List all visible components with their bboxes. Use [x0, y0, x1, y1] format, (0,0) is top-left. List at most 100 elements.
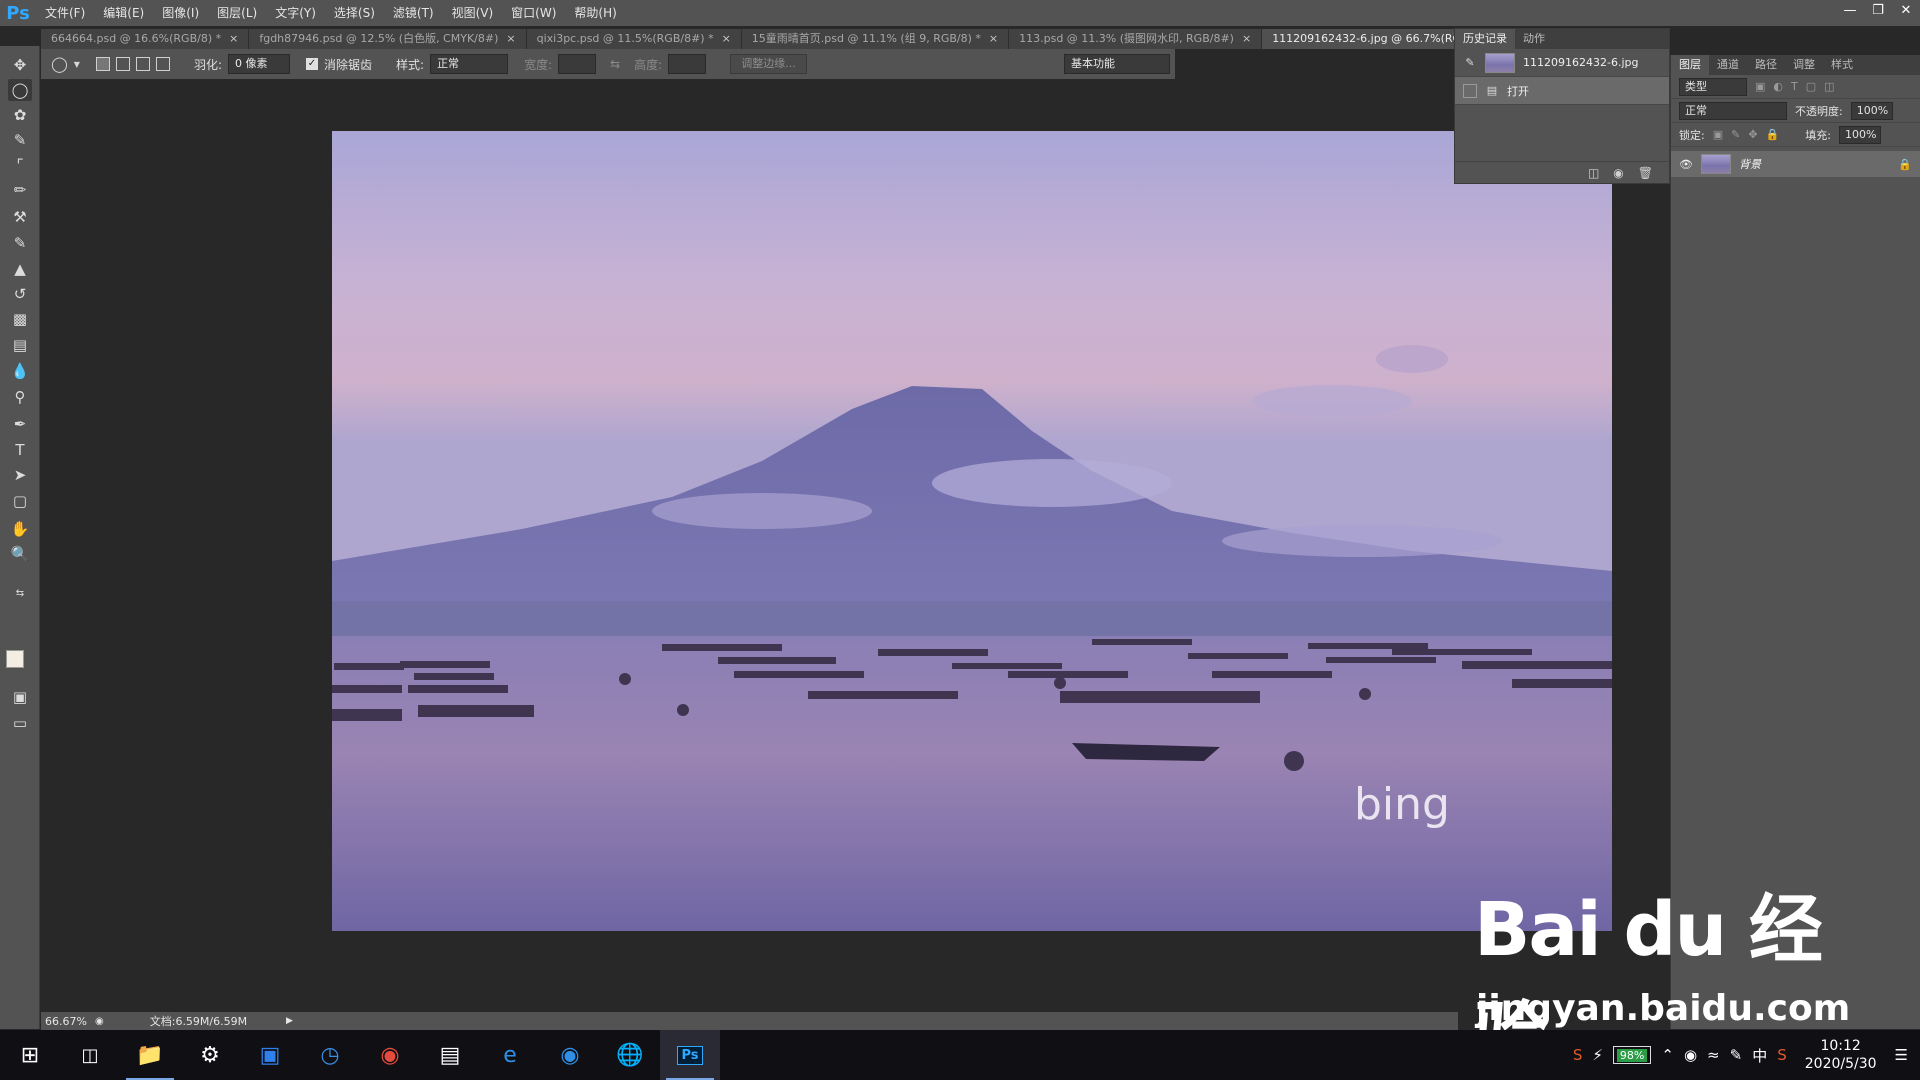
brush-tool-icon[interactable]: ✎ — [8, 232, 32, 254]
workspace-select[interactable]: 基本功能 — [1064, 54, 1170, 74]
layer-row[interactable]: 👁 背景 🔒 — [1671, 151, 1920, 177]
menu-select[interactable]: 选择(S) — [325, 0, 384, 26]
search-app-icon[interactable]: ◉ — [540, 1030, 600, 1080]
history-step[interactable]: ▤ 打开 — [1455, 77, 1669, 105]
marquee-tool-icon[interactable]: ◯ — [8, 79, 32, 101]
intersect-selection-icon[interactable] — [155, 57, 170, 71]
document-tab-active[interactable]: 111209162432-6.jpg @ 66.7%(RGB/8#) — [1262, 29, 1458, 49]
document-tab[interactable]: fgdh87946.psd @ 12.5% (白色版, CMYK/8#) × — [249, 29, 527, 49]
antialias-checkbox[interactable]: ✓ — [306, 58, 318, 70]
document-tab[interactable]: qixi3pc.psd @ 11.5%(RGB/8#) * × — [526, 29, 742, 49]
lock-transparent-icon[interactable]: ▣ — [1713, 128, 1723, 141]
photoshop-taskbar-icon[interactable]: Ps — [660, 1030, 720, 1080]
healing-brush-tool-icon[interactable]: ⚒ — [8, 206, 32, 228]
eraser-tool-icon[interactable]: ▩ — [8, 308, 32, 330]
power-plug-icon[interactable]: ⚡ — [1592, 1046, 1603, 1064]
menu-window[interactable]: 窗口(W) — [502, 0, 565, 26]
qq-icon[interactable]: ◉ — [1684, 1046, 1697, 1064]
swap-dimensions-icon[interactable]: ⇆ — [610, 57, 620, 71]
sogou-icon[interactable]: S — [1777, 1046, 1787, 1064]
wifi-icon[interactable]: ≈ — [1707, 1046, 1720, 1064]
dodge-tool-icon[interactable]: ⚲ — [8, 386, 32, 408]
internet-explorer-icon[interactable]: e — [480, 1030, 540, 1080]
lock-image-icon[interactable]: ✎ — [1731, 128, 1740, 141]
task-view-icon[interactable]: ◫ — [60, 1030, 120, 1080]
fill-input[interactable]: 100% — [1838, 125, 1881, 144]
taskbar-clock[interactable]: 10:12 2020/5/30 — [1797, 1037, 1885, 1073]
tab-close-icon[interactable]: × — [506, 29, 515, 49]
move-tool-icon[interactable]: ✥ — [8, 54, 32, 76]
width-input[interactable] — [558, 54, 597, 74]
zoom-tool-icon[interactable]: 🔍 — [8, 543, 32, 565]
blend-mode-select[interactable]: 正常 — [1679, 101, 1787, 120]
start-icon[interactable]: ⊞ — [0, 1030, 60, 1080]
pen-tool-icon[interactable]: ✒ — [8, 413, 32, 435]
close-icon[interactable]: ✕ — [1892, 0, 1920, 20]
dropdown-arrow-icon[interactable]: ▼ — [74, 60, 80, 69]
quick-select-tool-icon[interactable]: ✎ — [8, 129, 32, 151]
photos-icon[interactable]: ▣ — [240, 1030, 300, 1080]
menu-image[interactable]: 图像(I) — [153, 0, 208, 26]
filter-shape-icon[interactable]: ▢ — [1806, 80, 1816, 93]
tab-channels[interactable]: 通道 — [1709, 55, 1747, 75]
document-tab[interactable]: 15童雨晴首页.psd @ 11.1% (组 9, RGB/8) * × — [741, 29, 1010, 49]
quick-mask-icon[interactable]: ▣ — [8, 686, 32, 708]
lasso-tool-icon[interactable]: ✿ — [8, 104, 32, 126]
tab-close-icon[interactable]: × — [1242, 29, 1251, 49]
menu-view[interactable]: 视图(V) — [443, 0, 503, 26]
ime-indicator[interactable]: 中 — [1752, 1045, 1767, 1066]
type-tool-icon[interactable]: T — [8, 439, 32, 461]
chevron-up-icon[interactable]: ⌃ — [1661, 1046, 1674, 1064]
menu-layer[interactable]: 图层(L) — [208, 0, 266, 26]
history-state-checkbox[interactable] — [1463, 83, 1477, 98]
settings-icon[interactable]: ⚙ — [180, 1030, 240, 1080]
pen-icon[interactable]: ✎ — [1730, 1046, 1743, 1064]
shape-tool-icon[interactable]: ▢ — [8, 490, 32, 512]
foreground-color-swatch[interactable] — [6, 650, 24, 668]
filter-adjustment-icon[interactable]: ◐ — [1773, 80, 1783, 93]
filter-type-icon[interactable]: T — [1791, 80, 1798, 93]
clock-app-icon[interactable]: ◷ — [300, 1030, 360, 1080]
lock-position-icon[interactable]: ✥ — [1748, 128, 1757, 141]
delete-state-icon[interactable]: 🗑 — [1638, 166, 1653, 180]
swap-colors-icon[interactable]: ⇆ — [8, 582, 32, 604]
menu-help[interactable]: 帮助(H) — [565, 0, 625, 26]
subtract-selection-icon[interactable] — [135, 57, 150, 71]
new-selection-icon[interactable] — [95, 57, 110, 71]
tab-adjustments[interactable]: 调整 — [1785, 55, 1823, 75]
elliptical-marquee-icon[interactable]: ◯ — [51, 55, 68, 73]
menu-file[interactable]: 文件(F) — [36, 0, 94, 26]
history-snapshot[interactable]: ✎ 111209162432-6.jpg — [1455, 49, 1669, 77]
tab-paths[interactable]: 路径 — [1747, 55, 1785, 75]
refine-edge-button[interactable]: 调整边缘... — [730, 54, 807, 74]
height-input[interactable] — [668, 54, 707, 74]
lock-all-icon[interactable]: 🔒 — [1766, 128, 1780, 141]
new-snapshot-icon[interactable]: ◉ — [1613, 166, 1623, 180]
sogou-ime-icon[interactable]: S — [1573, 1046, 1583, 1064]
style-select[interactable]: 正常 — [430, 54, 509, 74]
history-brush-icon[interactable]: ✎ — [1463, 56, 1477, 70]
tab-close-icon[interactable]: × — [989, 29, 998, 49]
eyedropper-tool-icon[interactable]: ✏ — [8, 179, 32, 201]
filter-pixel-icon[interactable]: ▣ — [1755, 80, 1765, 93]
stamp-tool-icon[interactable]: ▲ — [8, 258, 32, 280]
document-tab[interactable]: 664664.psd @ 16.6%(RGB/8) * × — [41, 29, 250, 49]
layer-filter-select[interactable]: 类型 — [1679, 77, 1747, 96]
filter-smart-object-icon[interactable]: ◫ — [1824, 80, 1834, 93]
restore-icon[interactable]: ❐ — [1864, 0, 1892, 20]
menu-edit[interactable]: 编辑(E) — [94, 0, 153, 26]
blur-tool-icon[interactable]: 💧 — [8, 360, 32, 382]
tab-close-icon[interactable]: × — [722, 29, 731, 49]
store-icon[interactable]: ▤ — [420, 1030, 480, 1080]
crop-tool-icon[interactable]: ⌜ — [8, 154, 32, 176]
add-selection-icon[interactable] — [115, 57, 130, 71]
eye-icon[interactable]: 👁 — [1679, 158, 1693, 171]
feather-input[interactable]: 0 像素 — [228, 54, 290, 74]
file-explorer-icon[interactable]: 📁 — [120, 1030, 180, 1080]
tab-close-icon[interactable]: × — [229, 29, 238, 49]
status-settings-icon[interactable]: ◉ — [95, 1016, 104, 1027]
path-select-tool-icon[interactable]: ➤ — [8, 464, 32, 486]
globe-app-icon[interactable]: 🌐 — [600, 1030, 660, 1080]
opacity-input[interactable]: 100% — [1850, 101, 1893, 120]
menu-filter[interactable]: 滤镜(T) — [384, 0, 443, 26]
